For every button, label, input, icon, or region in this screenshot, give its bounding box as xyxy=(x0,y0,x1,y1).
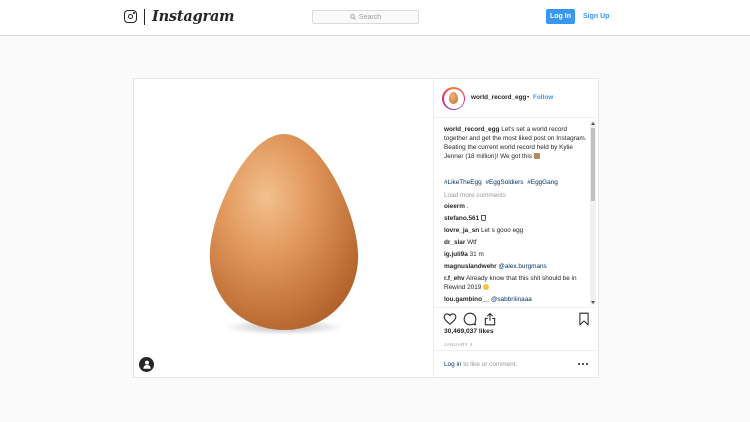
post-header: world_record_egg • Follow xyxy=(434,79,599,118)
comment-username[interactable]: magnuslandwehr xyxy=(444,263,497,270)
post-actions xyxy=(434,307,599,329)
comment-text: 31 m xyxy=(469,251,484,258)
comment-mention[interactable]: @sabbriiinaaa xyxy=(491,296,532,303)
bookmark-icon[interactable] xyxy=(577,312,591,326)
comment-text: . xyxy=(466,203,469,210)
laughing-emoji-icon xyxy=(483,283,490,290)
post-username[interactable]: world_record_egg xyxy=(471,94,526,101)
comment-item: magnuslandwehr @alex.burgmans xyxy=(444,263,584,272)
comment-mention[interactable]: @alex.burgmans xyxy=(498,263,546,270)
top-navigation: Instagram Search Log In Sign Up xyxy=(0,0,750,36)
signup-link[interactable]: Sign Up xyxy=(583,9,609,24)
comment-username[interactable]: lou.gambino__ xyxy=(444,296,489,303)
comments-scrollbar[interactable] xyxy=(590,121,596,305)
comment-text: Wtf xyxy=(467,239,477,246)
comment-icon[interactable] xyxy=(463,312,477,326)
like-count[interactable]: 30,469,037 likes xyxy=(444,328,494,335)
egg-photo xyxy=(209,134,359,335)
comment-text: Let s gooo egg xyxy=(480,227,524,234)
comment-item: dr_slar Wtf xyxy=(444,239,584,248)
comment-username[interactable]: ig.juli9a xyxy=(444,251,468,258)
instagram-wordmark[interactable]: Instagram xyxy=(152,8,235,25)
login-link[interactable]: Log in xyxy=(444,361,461,368)
login-prompt: Log in to like or comment. xyxy=(434,350,599,377)
login-prompt-text: to like or comment. xyxy=(461,361,518,368)
hashtag-list: #LikeTheEgg #EggSoldiers #EggGang xyxy=(444,179,560,186)
comment-username[interactable]: lovre_ja_sn xyxy=(444,227,479,234)
scroll-up-arrow-icon[interactable] xyxy=(590,121,596,126)
load-more-comments[interactable]: Load more comments xyxy=(444,192,506,199)
avatar[interactable] xyxy=(442,87,465,110)
comment-username[interactable]: r.f_ehv xyxy=(444,275,465,282)
comment-item: oieerm . xyxy=(444,203,584,212)
comment-username[interactable]: oieerm xyxy=(444,203,465,210)
header-separator: • xyxy=(527,94,530,101)
scroll-down-arrow-icon[interactable] xyxy=(590,300,596,305)
comment-username[interactable]: dr_slar xyxy=(444,239,465,246)
hashtag-link[interactable]: #LikeTheEgg xyxy=(444,179,482,186)
heart-icon[interactable] xyxy=(443,312,457,326)
search-placeholder: Search xyxy=(358,13,382,21)
post-sidebar: world_record_egg • Follow world_record_e… xyxy=(433,79,599,377)
comment-item: lou.gambino__ @sabbriiinaaa xyxy=(444,296,584,305)
caption-username[interactable]: world_record_egg xyxy=(444,126,499,133)
post-date: JANUARY 4 xyxy=(444,342,473,347)
comment-item: r.f_ehv Already know that this shit shou… xyxy=(444,275,579,293)
search-input[interactable]: Search xyxy=(312,10,419,24)
hashtag-link[interactable]: #EggGang xyxy=(527,179,558,186)
user-tag-icon[interactable] xyxy=(139,357,154,372)
login-button[interactable]: Log In xyxy=(546,9,575,24)
share-icon[interactable] xyxy=(483,312,497,326)
scrollbar-thumb[interactable] xyxy=(591,128,595,201)
search-icon xyxy=(350,14,356,20)
follow-button[interactable]: Follow xyxy=(533,94,553,101)
post-caption: world_record_egg Let's set a world recor… xyxy=(444,126,587,162)
more-options-icon[interactable] xyxy=(577,359,589,369)
post-image[interactable] xyxy=(134,79,433,377)
comment-username[interactable]: stefano.561 xyxy=(444,215,479,222)
instagram-glyph-icon[interactable] xyxy=(124,10,137,23)
comment-item: ig.juli9a 31 m xyxy=(444,251,584,260)
cup-emoji-icon xyxy=(480,215,486,221)
comments-list[interactable]: world_record_egg Let's set a world recor… xyxy=(434,119,599,307)
comment-item: lovre_ja_sn Let s gooo egg xyxy=(444,227,584,236)
logo-divider xyxy=(144,9,145,25)
post-card: world_record_egg • Follow world_record_e… xyxy=(133,78,599,378)
emoji-icon xyxy=(533,152,540,159)
comment-item: stefano.561 xyxy=(444,215,584,224)
hashtag-link[interactable]: #EggSoldiers xyxy=(485,179,523,186)
